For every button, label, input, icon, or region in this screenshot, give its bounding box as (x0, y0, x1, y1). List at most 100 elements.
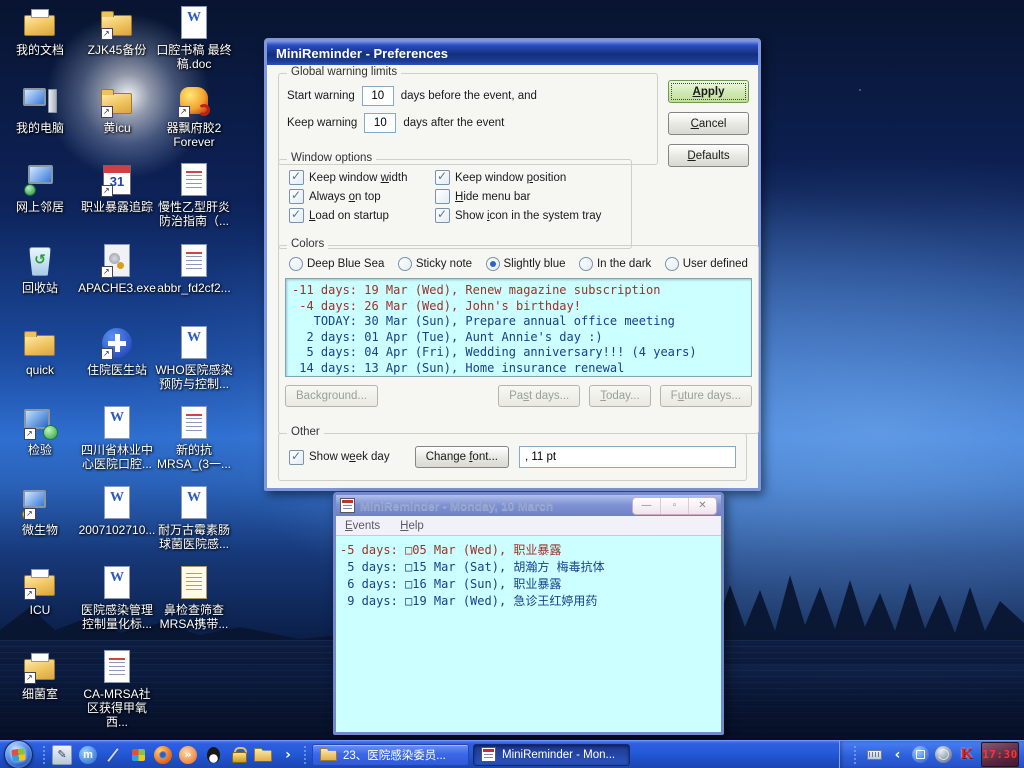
color-button[interactable]: Today... (589, 385, 650, 407)
exe-icon (99, 244, 135, 278)
folder-icon[interactable] (254, 746, 272, 764)
desktop-icon[interactable]: 我的文档 (1, 6, 79, 57)
word-icon (99, 406, 135, 440)
desktop-icon[interactable]: 四川省林业中心医院口腔... (78, 406, 156, 471)
folder-open-icon (22, 566, 58, 600)
start-warning-input[interactable] (362, 86, 394, 106)
color-button[interactable]: Future days... (660, 385, 752, 407)
desktop-icon-label: 我的文档 (1, 43, 79, 57)
desktop-icon[interactable]: 口腔书稿 最终稿.doc (155, 6, 233, 71)
tray-clock[interactable]: 17:30 (981, 742, 1019, 767)
folder-open-icon (22, 6, 58, 40)
font-description-field[interactable] (519, 446, 736, 468)
stylus-icon[interactable] (104, 746, 122, 764)
preview-line: -11 days: 19 Mar (Wed), Renew magazine s… (292, 283, 745, 299)
desktop-icon[interactable]: 检验 (1, 406, 79, 457)
color-scheme-radio[interactable]: User defined (665, 257, 748, 271)
desktop-icon-label: 四川省林业中心医院口腔... (78, 443, 156, 471)
desktop-icon[interactable]: 医院感染管理控制量化标... (78, 566, 156, 631)
expand-chevron-icon[interactable] (279, 746, 297, 764)
close-button[interactable]: ✕ (688, 498, 716, 514)
minireminder-titlebar[interactable]: MiniReminder - Monday, 10 March — ▫ ✕ (336, 495, 721, 516)
lock-icon[interactable] (229, 746, 247, 764)
desktop-icon[interactable]: 住院医生站 (78, 326, 156, 377)
micro-icon (22, 486, 58, 520)
task-button[interactable]: 23、医院感染委员... (312, 744, 469, 766)
folder-open-icon (22, 650, 58, 684)
qq-icon[interactable] (204, 746, 222, 764)
menu-item-events[interactable]: Events (345, 520, 380, 532)
color-scheme-radio[interactable]: Sticky note (398, 257, 472, 271)
desktop-icon[interactable]: ZJK45备份 (78, 6, 156, 57)
color-scheme-radio[interactable]: Deep Blue Sea (289, 257, 384, 271)
option-checkbox[interactable]: Always on top (289, 189, 435, 204)
desktop-icon[interactable]: 网上邻居 (1, 163, 79, 214)
menu-item-help[interactable]: Help (400, 520, 424, 532)
group-legend: Global warning limits (287, 66, 401, 78)
desktop-icon[interactable]: 慢性乙型肝炎防治指南（... (155, 163, 233, 228)
reminder-line: 6 days: □16 Mar (Sun), 职业暴露 (340, 576, 717, 593)
defaults-button[interactable]: Defaults (668, 144, 749, 167)
desktop-icon[interactable]: 鼻检查筛查MRSA携带... (155, 566, 233, 631)
maxthon-icon[interactable] (79, 746, 97, 764)
recycle-icon (22, 244, 58, 278)
desktop-icon[interactable]: 2007102710... (78, 486, 156, 537)
desktop-icon[interactable]: 耐万古霉素肠球菌医院感... (155, 486, 233, 551)
show-week-day-checkbox[interactable]: Show week day (289, 450, 390, 465)
firefox-icon[interactable] (154, 746, 172, 764)
desktop-icon-label: 医院感染管理控制量化标... (78, 603, 156, 631)
maximize-button[interactable]: ▫ (660, 498, 688, 514)
color-scheme-radio[interactable]: Slightly blue (486, 257, 566, 271)
windows-icon[interactable] (129, 746, 147, 764)
desktop-icon-label: 黄icu (78, 121, 156, 135)
desktop-icon[interactable]: 新的抗 MRSA_(3一... (155, 406, 233, 471)
task-label: 23、医院感染委员... (343, 747, 446, 763)
preferences-titlebar[interactable]: MiniReminder - Preferences (267, 41, 758, 65)
change-font-button[interactable]: Change font... (415, 446, 509, 468)
desktop-icon[interactable]: abbr_fd2cf2... (155, 244, 233, 295)
desktop-icon-label: 回收站 (1, 281, 79, 295)
taskbar: 23、医院感染委员... MiniReminder - Mon... 17:30 (0, 740, 1024, 768)
kingsoft-k-icon[interactable] (958, 746, 975, 763)
color-scheme-radio[interactable]: In the dark (579, 257, 651, 271)
show-desktop-icon[interactable] (52, 745, 72, 765)
color-button[interactable]: Past days... (498, 385, 580, 407)
desktop-icon[interactable]: 器飘府胶2 Forever (155, 84, 233, 149)
desktop-icon[interactable]: quick (1, 326, 79, 377)
group-other: Other Show week day Change font... (278, 433, 747, 481)
option-checkbox[interactable]: Hide menu bar (435, 189, 621, 204)
color-button[interactable]: Background... (285, 385, 378, 407)
group-window-options: Window options Keep window widthKeep win… (278, 159, 632, 249)
checkbox-label: Hide menu bar (455, 191, 530, 203)
desktop-icon[interactable]: 细菌室 (1, 650, 79, 701)
desktop-icon[interactable]: APACHE3.exe (78, 244, 156, 295)
group-legend: Colors (287, 238, 328, 250)
desktop-icon[interactable]: 微生物 (1, 486, 79, 537)
option-checkbox[interactable]: Keep window position (435, 170, 621, 185)
folder-icon (320, 748, 337, 761)
apply-button[interactable]: Apply (668, 80, 749, 103)
option-checkbox[interactable]: Keep window width (289, 170, 435, 185)
flashget-icon[interactable] (179, 746, 197, 764)
cancel-button[interactable]: Cancel (668, 112, 749, 135)
keep-warning-input[interactable] (364, 113, 396, 133)
radio-dot (486, 257, 500, 271)
app-globe-icon[interactable] (935, 746, 952, 763)
radio-label: Sticky note (416, 258, 472, 270)
app-blue-icon[interactable] (912, 746, 929, 763)
keyboard-icon[interactable] (866, 746, 883, 763)
preview-line: 2 days: 01 Apr (Tue), Aunt Annie's day :… (292, 330, 745, 346)
option-checkbox[interactable]: Load on startup (289, 208, 435, 223)
desktop-icon[interactable]: CA-MRSA社区获得甲氧西... (78, 650, 156, 729)
desktop-icon[interactable]: 回收站 (1, 244, 79, 295)
task-button[interactable]: MiniReminder - Mon... (473, 744, 630, 766)
minimize-button[interactable]: — (633, 498, 660, 514)
collapse-chevron-icon[interactable] (889, 746, 906, 763)
desktop-icon[interactable]: 我的电脑 (1, 84, 79, 135)
option-checkbox[interactable]: Show icon in the system tray (435, 208, 621, 223)
start-button[interactable] (4, 740, 33, 768)
desktop-icon[interactable]: 职业暴露追踪 (78, 163, 156, 214)
desktop-icon[interactable]: ICU (1, 566, 79, 617)
desktop-icon[interactable]: WHO医院感染预防与控制... (155, 326, 233, 391)
desktop-icon[interactable]: 黄icu (78, 84, 156, 135)
